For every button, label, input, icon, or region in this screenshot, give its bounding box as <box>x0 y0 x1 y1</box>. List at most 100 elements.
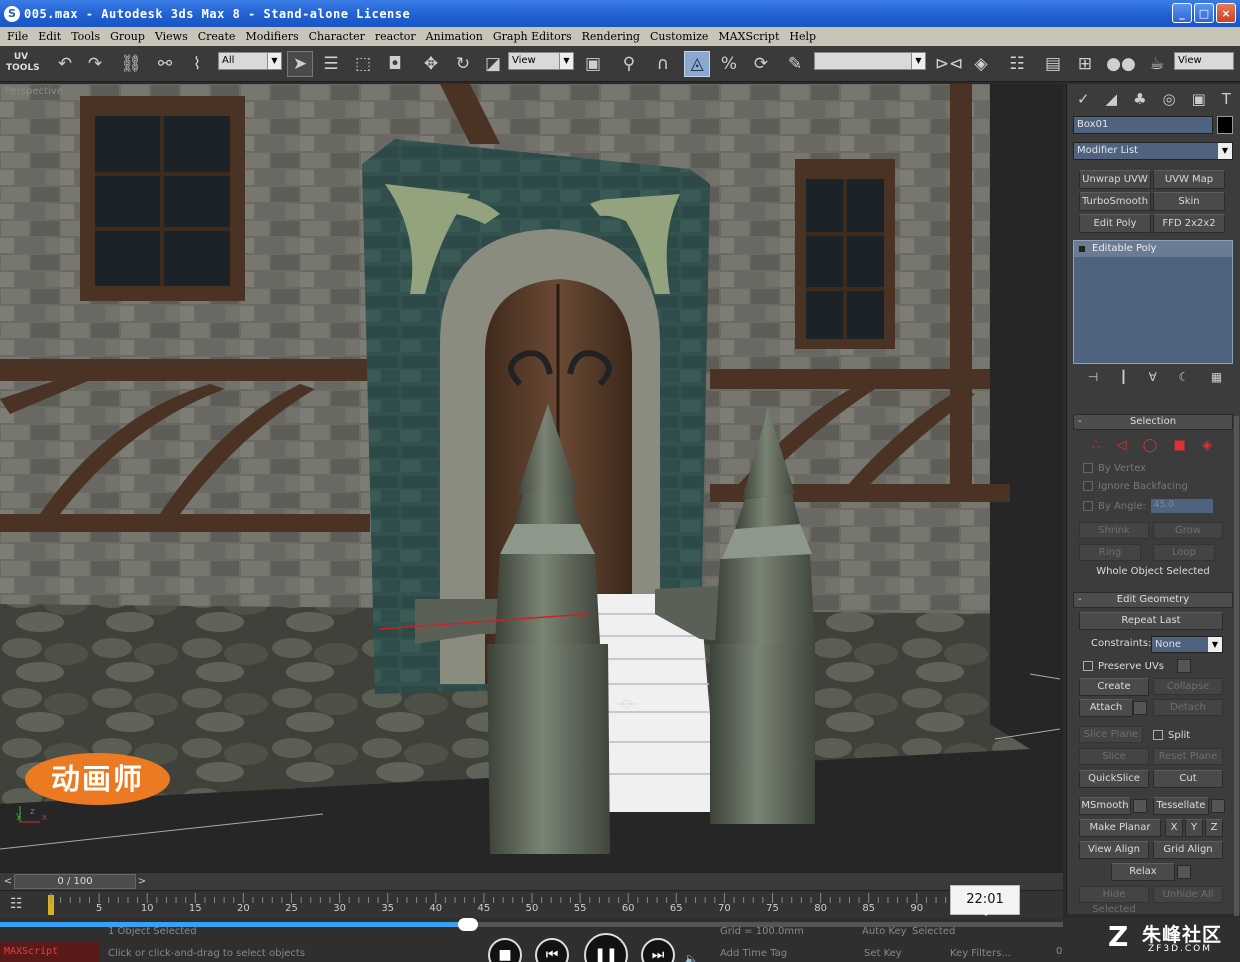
make-planar-y-button[interactable]: Y <box>1185 819 1203 837</box>
track-bar-menu-icon[interactable]: ☷ <box>10 896 23 912</box>
modify-tab-icon[interactable]: ◢ <box>1106 90 1118 108</box>
select-object-icon[interactable]: ➤ <box>287 51 313 77</box>
close-button[interactable]: × <box>1216 3 1236 23</box>
key-filters-button[interactable]: Key Filters... <box>950 948 1011 959</box>
undo-icon[interactable]: ↶ <box>52 51 78 77</box>
skin-button[interactable]: Skin <box>1153 192 1225 211</box>
msmooth-settings-button[interactable] <box>1133 799 1147 813</box>
menu-modifiers[interactable]: Modifiers <box>240 30 303 43</box>
ignore-backfacing-checkbox[interactable]: Ignore Backfacing <box>1083 478 1188 494</box>
remove-modifier-icon[interactable]: ☾ <box>1178 370 1189 390</box>
unhide-all-button[interactable]: Unhide All <box>1153 886 1223 903</box>
mirror-icon[interactable]: ⊳⊲ <box>935 51 964 77</box>
by-vertex-checkbox[interactable]: By Vertex <box>1083 460 1146 476</box>
menu-file[interactable]: File <box>2 30 33 43</box>
by-angle-checkbox[interactable]: By Angle: 45.0 <box>1083 498 1213 514</box>
menu-views[interactable]: Views <box>150 30 193 43</box>
3dsmax-app-icon[interactable]: S <box>4 5 20 22</box>
slice-button[interactable]: Slice <box>1079 748 1149 765</box>
detach-button[interactable]: Detach <box>1153 699 1223 716</box>
track-bar[interactable]: 5 10 15 20 25 30 35 40 45 50 55 60 65 70 75 80 85 90 ☷ <box>0 890 1063 918</box>
current-frame-field[interactable]: 0 <box>1056 946 1062 957</box>
preserve-uvs-settings-button[interactable] <box>1177 659 1191 673</box>
menu-reactor[interactable]: reactor <box>370 30 421 43</box>
ring-button[interactable]: Ring <box>1079 544 1141 561</box>
maximize-button[interactable]: □ <box>1194 3 1214 23</box>
slice-plane-button[interactable]: Slice Plane <box>1079 726 1143 743</box>
create-button[interactable]: Create <box>1079 678 1149 696</box>
manipulate-icon[interactable]: ⚲ <box>616 51 642 77</box>
relax-button[interactable]: Relax <box>1111 863 1175 881</box>
command-panel-scrollbar[interactable] <box>1234 416 1239 916</box>
maxscript-listener[interactable]: MAXScript <box>0 942 100 962</box>
curve-editor-icon[interactable]: ▤ <box>1040 51 1066 77</box>
menu-maxscript[interactable]: MAXScript <box>713 30 784 43</box>
loop-button[interactable]: Loop <box>1153 544 1215 561</box>
time-slider-prev-icon[interactable]: < <box>2 874 14 889</box>
key-mode-dropdown[interactable]: Selected <box>912 926 955 937</box>
show-end-result-icon[interactable]: ┃ <box>1120 370 1127 390</box>
configure-modifier-sets-icon[interactable]: ▦ <box>1211 370 1222 390</box>
collapse-button[interactable]: Collapse <box>1153 678 1223 695</box>
repeat-last-button[interactable]: Repeat Last <box>1079 612 1223 630</box>
pin-stack-icon[interactable]: ⊣ <box>1088 370 1098 390</box>
time-slider-next-icon[interactable]: > <box>136 874 148 889</box>
menu-customize[interactable]: Customize <box>645 30 713 43</box>
grow-button[interactable]: Grow <box>1153 522 1223 539</box>
move-icon[interactable]: ✥ <box>418 51 444 77</box>
select-and-link-icon[interactable]: ⛓ <box>118 51 144 77</box>
render-type-dropdown[interactable]: View <box>1174 52 1234 70</box>
make-planar-button[interactable]: Make Planar <box>1079 819 1161 837</box>
percent-snap-icon[interactable]: % <box>716 51 742 77</box>
viewport-label[interactable]: Perspective <box>5 86 63 97</box>
menu-graph-editors[interactable]: Graph Editors <box>488 30 577 43</box>
menu-animation[interactable]: Animation <box>421 30 488 43</box>
constraints-dropdown[interactable]: None ▼ <box>1151 636 1223 653</box>
minimize-button[interactable]: _ <box>1172 3 1192 23</box>
align-icon[interactable]: ◈ <box>968 51 994 77</box>
rectangular-selection-icon[interactable]: ⬚ <box>350 51 376 77</box>
redo-icon[interactable]: ↷ <box>82 51 108 77</box>
auto-key-button[interactable]: Auto Key <box>862 926 907 937</box>
reference-coordinate-dropdown[interactable]: View ▼ <box>508 52 574 70</box>
turbosmooth-button[interactable]: TurboSmooth <box>1079 192 1151 211</box>
split-checkbox[interactable]: Split <box>1153 727 1190 743</box>
make-unique-icon[interactable]: ∀ <box>1149 370 1157 390</box>
view-align-button[interactable]: View Align <box>1079 841 1149 859</box>
selection-filter-dropdown[interactable]: All ▼ <box>218 52 282 70</box>
menu-edit[interactable]: Edit <box>33 30 66 43</box>
cut-button[interactable]: Cut <box>1153 770 1223 788</box>
edit-named-selection-icon[interactable]: ✎ <box>782 51 808 77</box>
hierarchy-tab-icon[interactable]: ♣ <box>1133 90 1146 108</box>
create-tab-icon[interactable]: ✓ <box>1077 90 1090 108</box>
set-key-button[interactable]: Set Key <box>864 948 902 959</box>
preserve-uvs-checkbox[interactable]: Preserve UVs <box>1083 658 1164 674</box>
object-color-swatch[interactable] <box>1217 116 1233 134</box>
motion-tab-icon[interactable]: ◎ <box>1163 90 1176 108</box>
utilities-tab-icon[interactable]: T <box>1222 90 1231 108</box>
relax-settings-button[interactable] <box>1177 865 1191 879</box>
ffd-button[interactable]: FFD 2x2x2 <box>1153 214 1225 233</box>
edit-geometry-rollout-header[interactable]: - Edit Geometry <box>1073 592 1233 608</box>
menu-create[interactable]: Create <box>193 30 241 43</box>
perspective-viewport[interactable]: y xz Perspective <box>0 84 1063 872</box>
reset-plane-button[interactable]: Reset Plane <box>1153 748 1223 765</box>
volume-icon[interactable]: 🔈 <box>684 952 699 962</box>
msmooth-button[interactable]: MSmooth <box>1079 797 1131 815</box>
modifier-list-dropdown[interactable]: Modifier List ▼ <box>1073 142 1233 160</box>
window-crossing-icon[interactable]: ◘ <box>382 51 408 77</box>
spinner-snap-icon[interactable]: ⟳ <box>748 51 774 77</box>
make-planar-x-button[interactable]: X <box>1165 819 1183 837</box>
make-planar-z-button[interactable]: Z <box>1205 819 1223 837</box>
grid-align-button[interactable]: Grid Align <box>1153 841 1223 859</box>
edit-poly-button[interactable]: Edit Poly <box>1079 214 1151 233</box>
by-angle-value[interactable]: 45.0 <box>1150 499 1213 513</box>
time-slider[interactable]: 0 / 100 <box>14 874 136 889</box>
video-progress-knob[interactable] <box>457 918 478 931</box>
menu-help[interactable]: Help <box>784 30 821 43</box>
scale-icon[interactable]: ◪ <box>480 51 506 77</box>
next-icon[interactable]: ⏭ <box>641 938 675 962</box>
border-icon[interactable]: ◯ <box>1143 438 1158 454</box>
schematic-view-icon[interactable]: ⊞ <box>1072 51 1098 77</box>
unwrap-uvw-button[interactable]: Unwrap UVW <box>1079 170 1151 189</box>
